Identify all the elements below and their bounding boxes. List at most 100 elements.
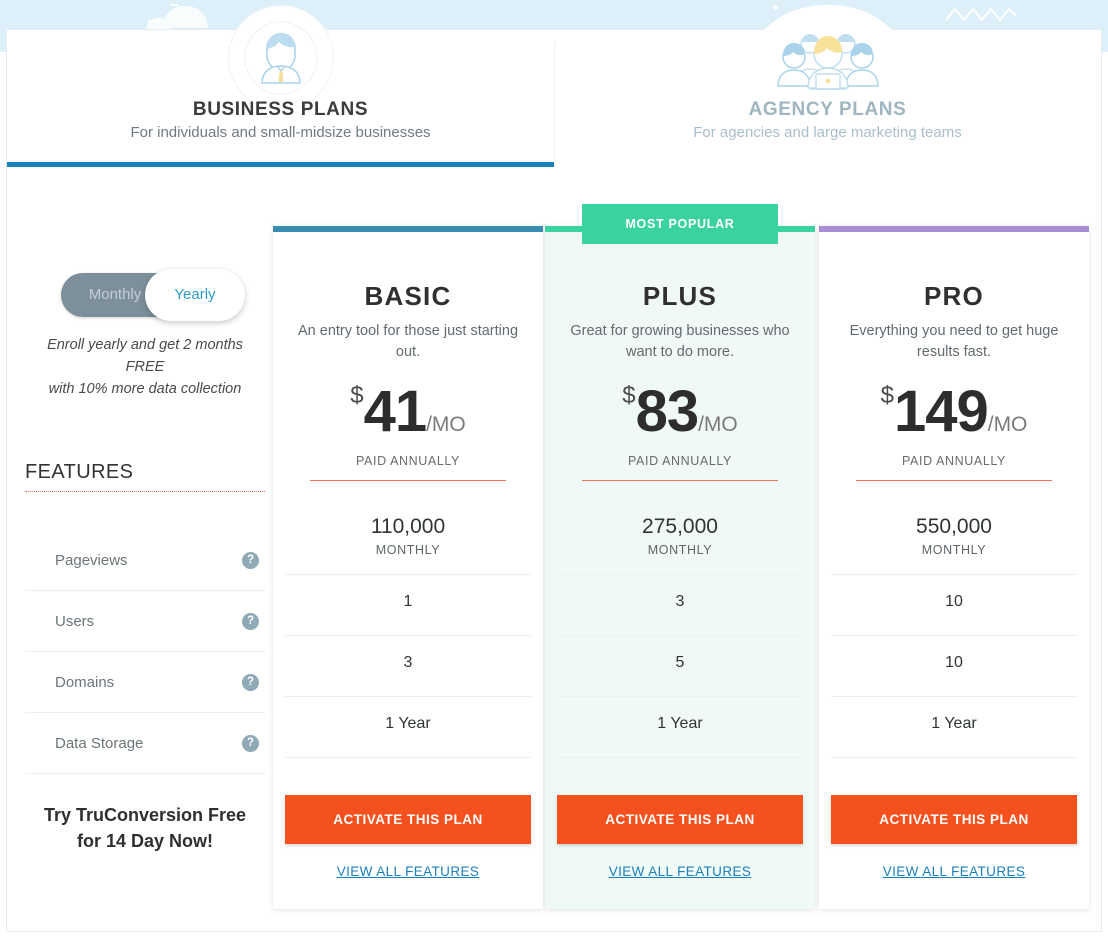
billing-note-basic: PAID ANNUALLY — [273, 454, 543, 468]
domains-value: 5 — [557, 654, 803, 672]
sky-line-decor — [170, 4, 179, 6]
value-domains-plus: 5 — [557, 636, 803, 697]
price-period: /MO — [698, 413, 738, 436]
currency-symbol: $ — [881, 382, 894, 409]
tab-business-subtitle: For individuals and small-midsize busine… — [7, 124, 554, 141]
agency-team-icon — [753, 5, 903, 111]
value-storage-pro: 1 Year — [831, 697, 1077, 758]
price-divider-pro — [856, 480, 1052, 481]
currency-symbol: $ — [622, 382, 635, 409]
tab-business-title: BUSINESS PLANS — [7, 99, 554, 121]
price-amount: 149 — [894, 379, 988, 444]
activate-plan-button-pro[interactable]: ACTIVATE THIS PLAN — [831, 795, 1077, 844]
activate-plan-button-basic[interactable]: ACTIVATE THIS PLAN — [285, 795, 531, 844]
feature-label-data-storage: Data Storage — [55, 735, 143, 752]
billing-period-toggle[interactable]: Monthly Yearly — [61, 273, 237, 317]
cloud-icon — [162, 6, 208, 28]
tab-agency-title: AGENCY PLANS — [554, 99, 1101, 121]
storage-value: 1 Year — [831, 715, 1077, 733]
features-heading: FEATURES — [25, 461, 133, 484]
plan-card-pro: PRO Everything you need to get huge resu… — [819, 226, 1089, 909]
currency-symbol: $ — [350, 382, 363, 409]
card-accent-bar-pro — [819, 226, 1089, 232]
help-icon-users[interactable]: ? — [242, 613, 259, 630]
users-value: 3 — [557, 593, 803, 611]
storage-value: 1 Year — [557, 715, 803, 733]
features-divider — [25, 491, 265, 492]
zigzag-icon — [946, 6, 1016, 22]
value-pageviews-plus: 275,000 MONTHLY — [557, 506, 803, 575]
plan-card-basic: BASIC An entry tool for those just start… — [273, 226, 543, 909]
pageviews-value: 550,000 — [831, 515, 1077, 539]
sky-line-decor — [148, 20, 160, 22]
value-domains-pro: 10 — [831, 636, 1077, 697]
value-domains-basic: 3 — [285, 636, 531, 697]
plan-description-basic: An entry tool for those just starting ou… — [293, 321, 523, 363]
price-divider-plus — [582, 480, 778, 481]
pageviews-unit: MONTHLY — [831, 543, 1077, 557]
price-amount: 41 — [364, 379, 427, 444]
business-person-icon — [228, 5, 334, 111]
feature-label-pageviews: Pageviews — [55, 552, 128, 569]
feature-row-domains: Domains ? — [25, 652, 265, 713]
value-users-pro: 10 — [831, 575, 1077, 636]
plan-description-plus: Great for growing businesses who want to… — [565, 321, 795, 363]
most-popular-badge: MOST POPULAR — [582, 204, 778, 244]
help-icon-data-storage[interactable]: ? — [242, 735, 259, 752]
enroll-note: Enroll yearly and get 2 months FREE with… — [19, 334, 271, 400]
domains-value: 3 — [285, 654, 531, 672]
value-storage-plus: 1 Year — [557, 697, 803, 758]
feature-row-users: Users ? — [25, 591, 265, 652]
storage-value: 1 Year — [285, 715, 531, 733]
pageviews-unit: MONTHLY — [285, 543, 531, 557]
users-value: 10 — [831, 593, 1077, 611]
tab-business-plans[interactable]: BUSINESS PLANS For individuals and small… — [7, 30, 554, 167]
plan-name-pro: PRO — [819, 281, 1089, 312]
tab-agency-subtitle: For agencies and large marketing teams — [554, 124, 1101, 141]
plan-type-tabs: BUSINESS PLANS For individuals and small… — [6, 29, 1102, 167]
plan-price-basic: $41/MO — [273, 378, 543, 445]
price-period: /MO — [988, 413, 1028, 436]
users-value: 1 — [285, 593, 531, 611]
plan-cards: BASIC An entry tool for those just start… — [273, 226, 1087, 909]
tab-agency-plans[interactable]: AGENCY PLANS For agencies and large mark… — [554, 30, 1101, 167]
price-divider-basic — [310, 480, 506, 481]
value-users-plus: 3 — [557, 575, 803, 636]
enroll-line-1: Enroll yearly and get 2 months — [19, 334, 271, 356]
activate-plan-button-plus[interactable]: ACTIVATE THIS PLAN — [557, 795, 803, 844]
help-icon-pageviews[interactable]: ? — [242, 552, 259, 569]
trial-cta-line-1: Try TruConversion Free — [19, 802, 271, 828]
pricing-panel: Monthly Yearly Enroll yearly and get 2 m… — [6, 167, 1102, 932]
pageviews-value: 110,000 — [285, 515, 531, 539]
plan-description-pro: Everything you need to get huge results … — [839, 321, 1069, 363]
feature-row-data-storage: Data Storage ? — [25, 713, 265, 774]
toggle-yearly-knob[interactable]: Yearly — [145, 269, 245, 321]
plan-name-basic: BASIC — [273, 281, 543, 312]
feature-row-pageviews: Pageviews ? — [25, 530, 265, 591]
trial-cta-line-2: for 14 Day Now! — [19, 828, 271, 854]
enroll-line-2: FREE — [19, 356, 271, 378]
price-period: /MO — [426, 413, 466, 436]
view-all-features-link-plus[interactable]: VIEW ALL FEATURES — [545, 864, 815, 879]
enroll-line-3: with 10% more data collection — [19, 378, 271, 400]
value-pageviews-basic: 110,000 MONTHLY — [285, 506, 531, 575]
trial-cta-text: Try TruConversion Free for 14 Day Now! — [19, 802, 271, 854]
plan-name-plus: PLUS — [545, 281, 815, 312]
plan-price-plus: $83/MO — [545, 378, 815, 445]
view-all-features-link-pro[interactable]: VIEW ALL FEATURES — [819, 864, 1089, 879]
value-users-basic: 1 — [285, 575, 531, 636]
plan-price-pro: $149/MO — [819, 378, 1089, 445]
pageviews-unit: MONTHLY — [557, 543, 803, 557]
billing-note-plus: PAID ANNUALLY — [545, 454, 815, 468]
value-storage-basic: 1 Year — [285, 697, 531, 758]
pageviews-value: 275,000 — [557, 515, 803, 539]
sky-dot-decor — [773, 5, 778, 10]
feature-label-users: Users — [55, 613, 94, 630]
view-all-features-link-basic[interactable]: VIEW ALL FEATURES — [273, 864, 543, 879]
price-amount: 83 — [636, 379, 699, 444]
plan-card-plus: MOST POPULAR PLUS Great for growing busi… — [545, 226, 815, 909]
domains-value: 10 — [831, 654, 1077, 672]
help-icon-domains[interactable]: ? — [242, 674, 259, 691]
card-accent-bar-basic — [273, 226, 543, 232]
feature-label-domains: Domains — [55, 674, 114, 691]
